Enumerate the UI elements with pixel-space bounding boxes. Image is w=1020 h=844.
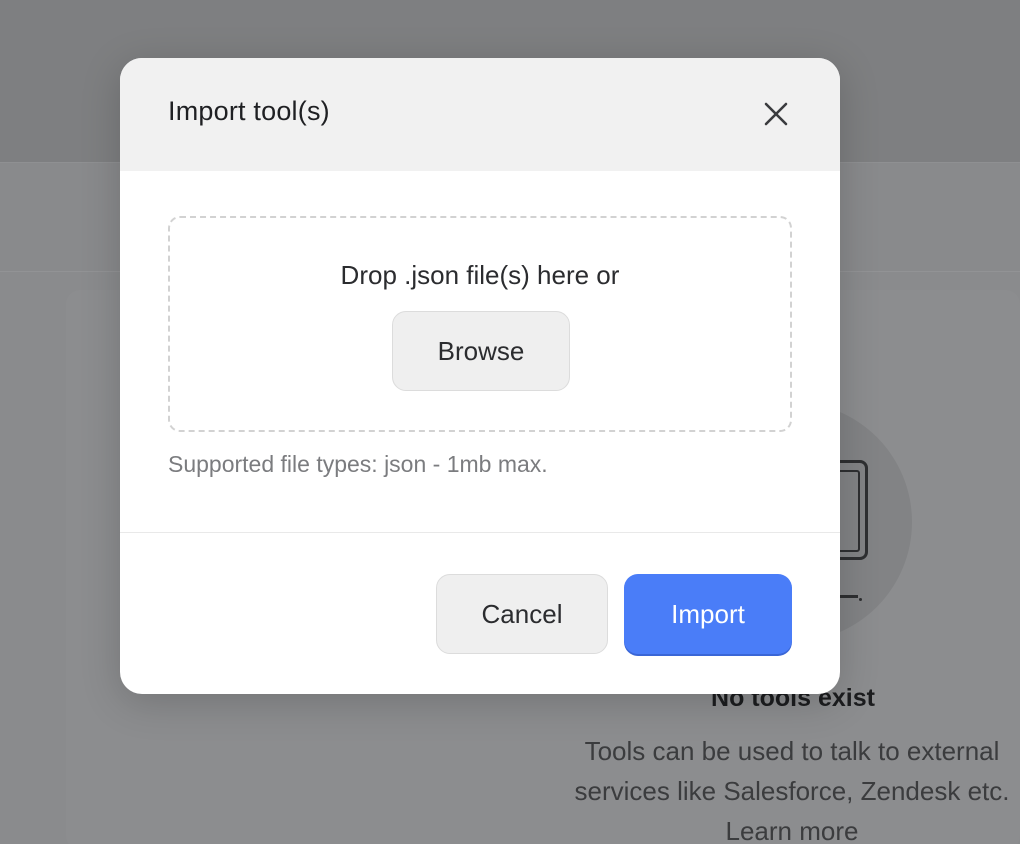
import-tools-modal: Import tool(s) Drop .json file(s) here o…	[120, 58, 840, 694]
file-dropzone[interactable]: Drop .json file(s) here or Browse	[168, 216, 792, 432]
empty-state-description: Tools can be used to talk to external se…	[572, 731, 1012, 844]
learn-more-link[interactable]: Learn more	[726, 816, 859, 844]
modal-title: Import tool(s)	[168, 96, 330, 126]
supported-file-types-hint: Supported file types: json - 1mb max.	[168, 451, 548, 477]
illustration-dot	[859, 598, 862, 601]
cancel-button[interactable]: Cancel	[436, 574, 608, 654]
browse-button[interactable]: Browse	[392, 311, 570, 391]
import-button[interactable]: Import	[624, 574, 792, 654]
close-button[interactable]	[758, 96, 794, 132]
dropzone-text: Drop .json file(s) here or	[340, 260, 620, 290]
modal-header: Import tool(s)	[120, 58, 840, 171]
illustration-line	[840, 595, 858, 598]
footer-divider	[120, 532, 840, 533]
empty-state-text: Tools can be used to talk to external se…	[574, 736, 1010, 806]
close-icon	[764, 102, 788, 126]
